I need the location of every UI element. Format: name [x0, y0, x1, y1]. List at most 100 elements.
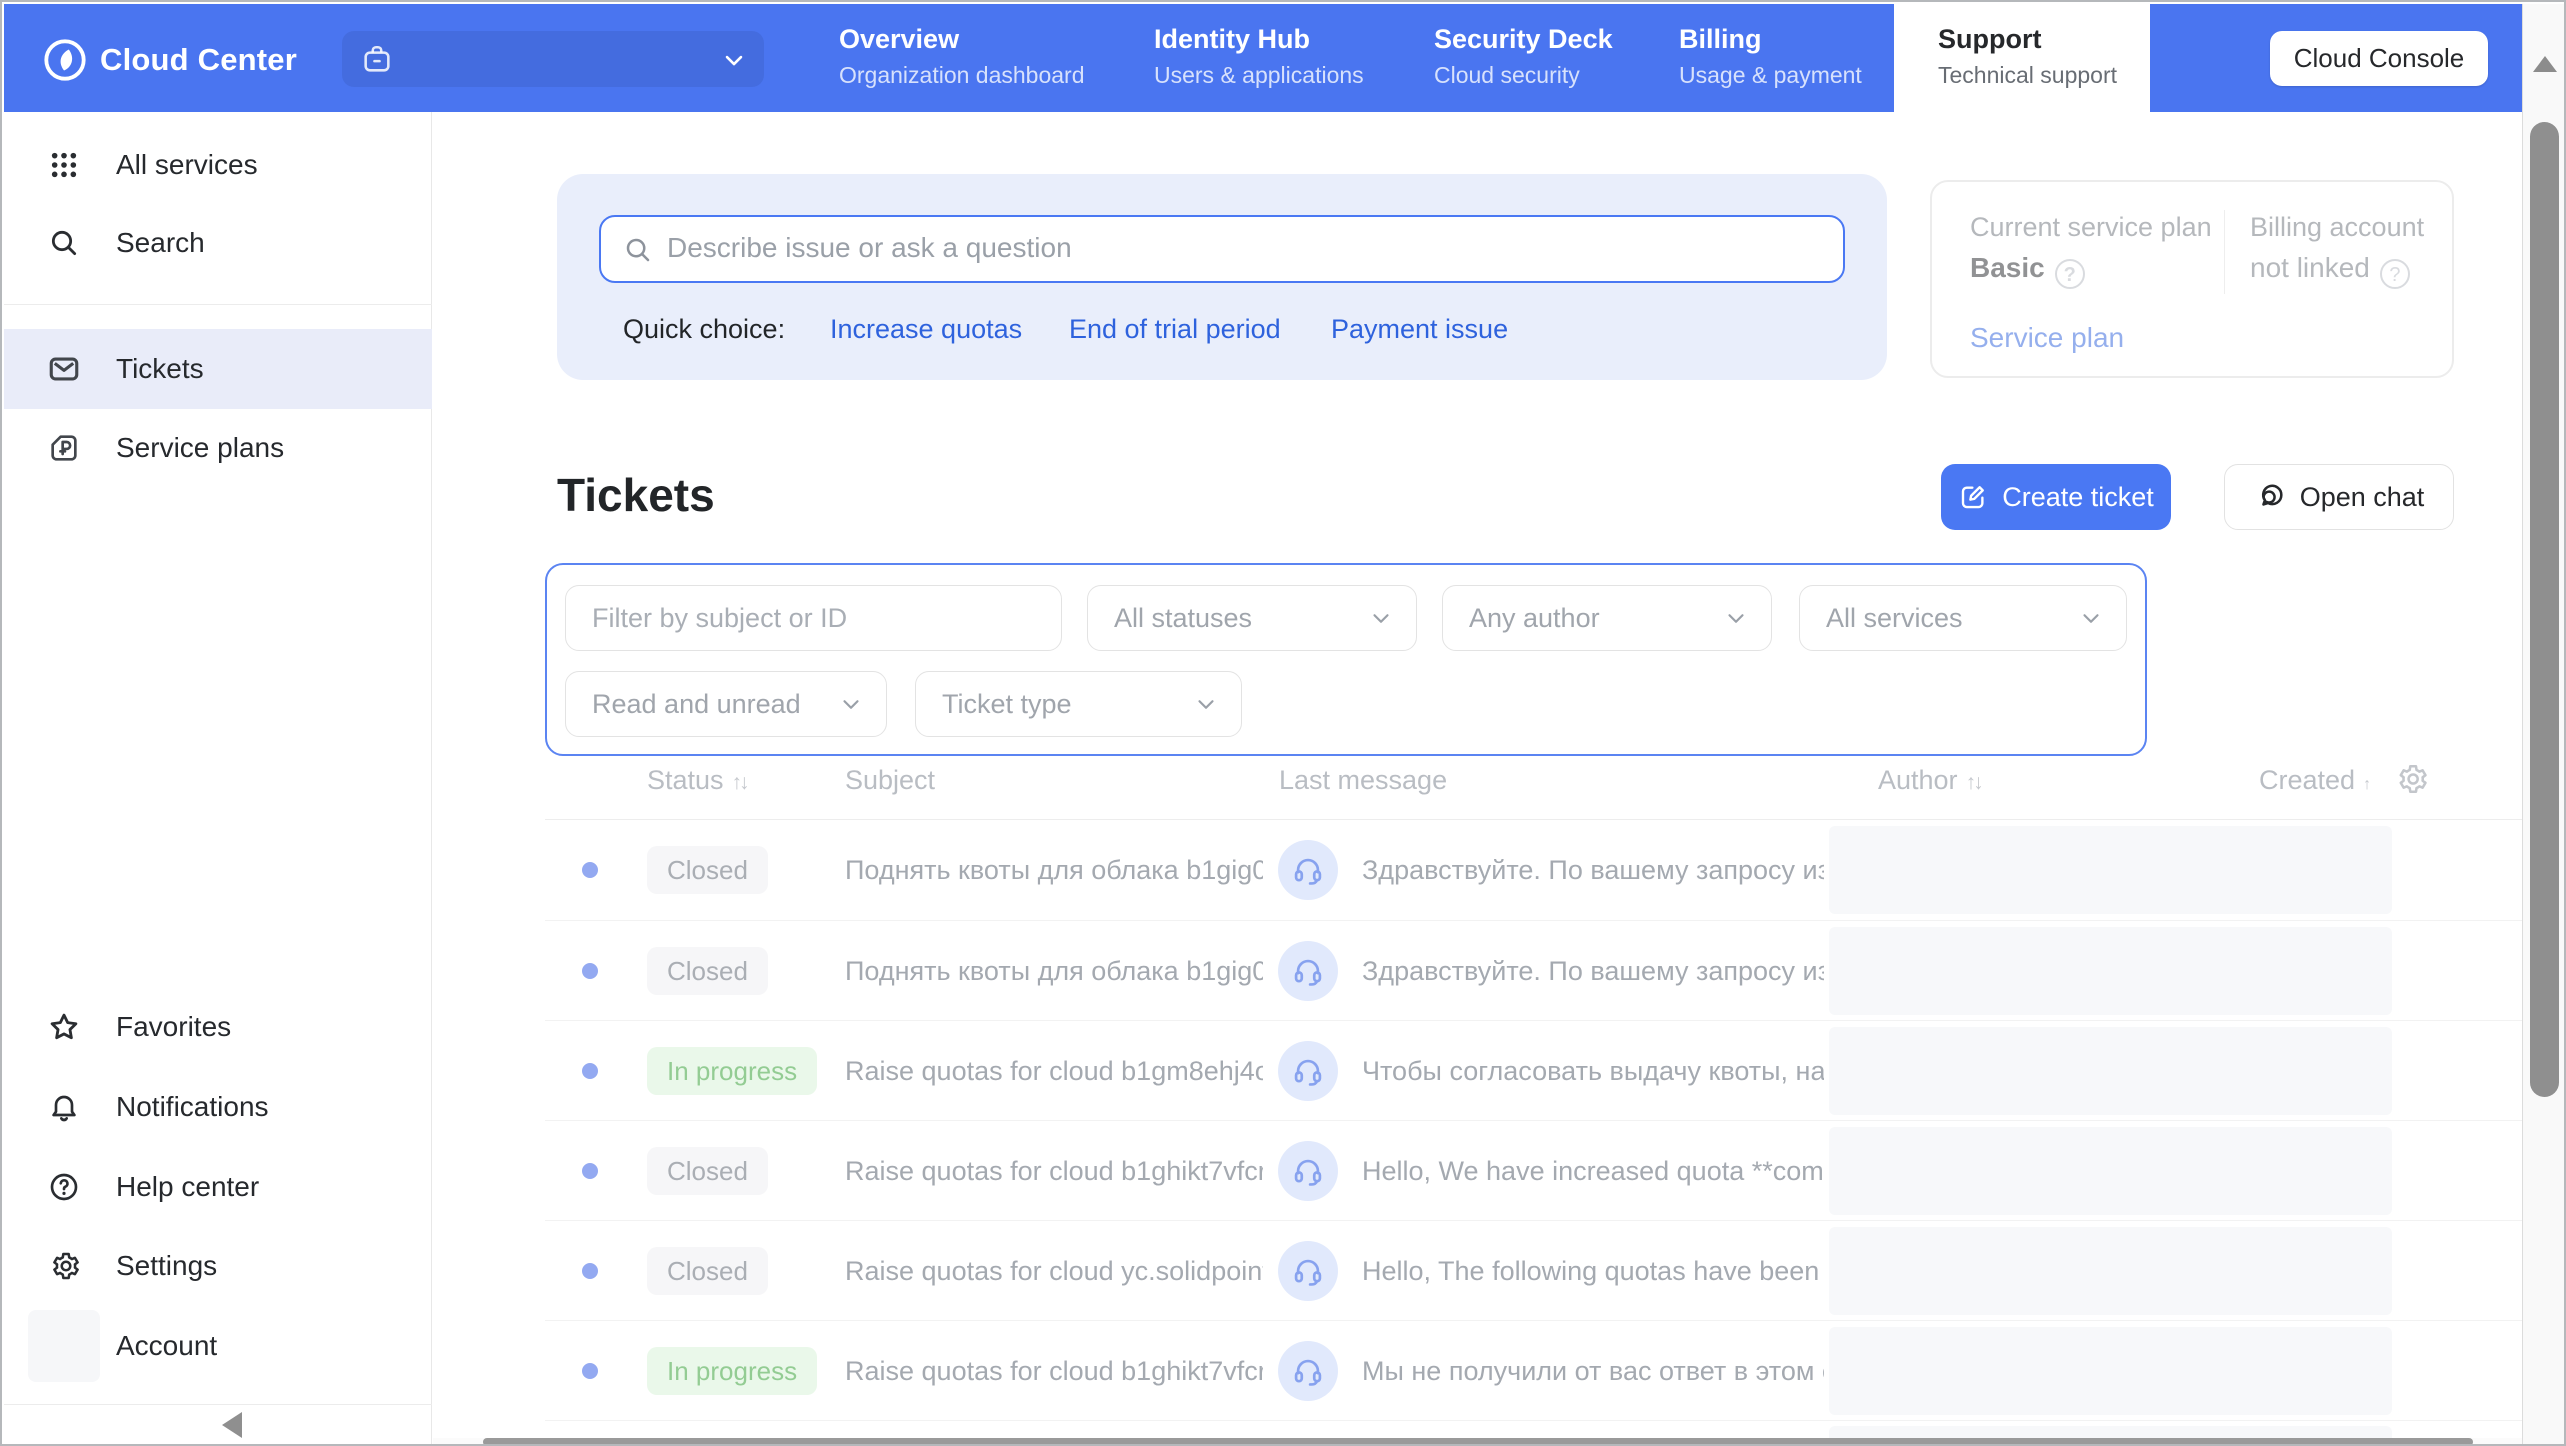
table-row[interactable]: Closed Поднять квоты для облака b1gig0 З… [545, 820, 2522, 920]
last-message-text: Hello, We have increased quota **compu [1362, 1156, 1824, 1187]
filter-subject-box [565, 585, 1062, 651]
top-bar: Cloud Center Overview Organization dashb… [4, 4, 2522, 112]
create-ticket-button[interactable]: Create ticket [1941, 464, 2171, 530]
sidebar-item-settings[interactable]: Settings [4, 1226, 432, 1306]
quick-link-payment-issue[interactable]: Payment issue [1331, 314, 1508, 345]
page-title: Tickets [557, 468, 715, 522]
service-plan-panel: Current service plan Basic? Billing acco… [1930, 180, 2454, 378]
table-row[interactable]: Closed Raise quotas for cloud yc.solidpo… [545, 1221, 2522, 1321]
ruble-tag-icon [46, 430, 82, 466]
panel-divider [2224, 210, 2225, 294]
horizontal-scrollbar-thumb[interactable] [483, 1438, 2473, 1446]
sidebar-item-search[interactable]: Search [4, 203, 432, 283]
sidebar-item-help-center[interactable]: Help center [4, 1147, 432, 1227]
search-icon [623, 235, 653, 265]
status-badge: In progress [647, 1047, 817, 1095]
status-badge: Closed [647, 1147, 768, 1195]
column-header-author[interactable]: Author↑↓ [1878, 765, 1981, 796]
filter-type-select[interactable]: Ticket type [915, 671, 1242, 737]
support-agent-avatar [1278, 1141, 1338, 1201]
question-circle-icon[interactable]: ? [2055, 259, 2085, 289]
tab-label: Support [1938, 24, 2150, 55]
sidebar-item-favorites[interactable]: Favorites [4, 987, 432, 1067]
column-header-subject[interactable]: Subject [845, 765, 935, 796]
tab-overview[interactable]: Overview Organization dashboard [839, 24, 1085, 89]
sort-asc-icon: ↑ [2363, 776, 2368, 793]
current-plan-label: Current service plan [1970, 212, 2212, 243]
sidebar-item-notifications[interactable]: Notifications [4, 1067, 432, 1147]
current-plan-value: Basic? [1970, 252, 2085, 289]
sidebar-item-account[interactable]: Account [4, 1306, 432, 1386]
table-row[interactable]: In progress Raise quotas for cloud b1gm8… [545, 1021, 2522, 1121]
filter-type-value: Ticket type [942, 689, 1193, 720]
sidebar-item-service-plans[interactable]: Service plans [4, 408, 432, 488]
service-plan-link[interactable]: Service plan [1970, 322, 2124, 354]
filter-status-select[interactable]: All statuses [1087, 585, 1417, 651]
organization-switcher[interactable] [342, 31, 764, 87]
search-icon [46, 225, 82, 261]
cloud-console-button[interactable]: Cloud Console [2270, 31, 2488, 86]
headset-icon [1291, 853, 1325, 887]
sidebar-item-tickets[interactable]: Tickets [4, 329, 432, 409]
chevron-down-icon [2078, 605, 2104, 631]
quick-link-increase-quotas[interactable]: Increase quotas [830, 314, 1022, 345]
support-agent-avatar [1278, 840, 1338, 900]
tab-label: Billing [1679, 24, 1862, 55]
question-circle-icon[interactable]: ? [2380, 259, 2410, 289]
tab-security-deck[interactable]: Security Deck Cloud security [1434, 24, 1613, 89]
headset-icon [1291, 954, 1325, 988]
horizontal-scrollbar[interactable] [433, 1438, 2522, 1446]
app-window: Cloud Center Overview Organization dashb… [0, 0, 2566, 1446]
ticket-subject: Raise quotas for cloud b1ghikt7vfcr [845, 1356, 1263, 1387]
sidebar-item-label: Settings [116, 1250, 217, 1282]
sidebar-item-label: Notifications [116, 1091, 269, 1123]
tab-label: Overview [839, 24, 1085, 55]
table-row[interactable]: Closed Поднять квоты для облака b1gig0 З… [545, 921, 2522, 1021]
sidebar-divider [4, 304, 432, 305]
unread-dot-icon [582, 862, 598, 878]
table-row[interactable]: In progress Raise quotas for cloud b1ghi… [545, 1321, 2522, 1421]
sidebar-item-label: Help center [116, 1171, 259, 1203]
scroll-up-arrow-icon[interactable] [2533, 56, 2557, 72]
filter-subject-input[interactable] [592, 603, 1035, 634]
filter-service-select[interactable]: All services [1799, 585, 2127, 651]
tab-identity-hub[interactable]: Identity Hub Users & applications [1154, 24, 1364, 89]
vertical-scrollbar[interactable] [2522, 4, 2566, 1446]
collapse-sidebar-icon[interactable] [222, 1412, 242, 1438]
column-header-created[interactable]: Created↑ [2259, 765, 2368, 796]
tab-label: Security Deck [1434, 24, 1613, 55]
sidebar-item-all-services[interactable]: All services [4, 125, 432, 205]
ticket-subject: Поднять квоты для облака b1gig0 [845, 956, 1263, 987]
table-settings-gear-icon[interactable] [2394, 762, 2428, 796]
issue-search-input[interactable] [667, 217, 1817, 279]
filter-author-select[interactable]: Any author [1442, 585, 1772, 651]
last-message-text: Здравствуйте. По вашему запросу изм [1362, 855, 1824, 886]
column-header-last-message[interactable]: Last message [1279, 765, 1447, 796]
vertical-scrollbar-thumb[interactable] [2530, 122, 2559, 1097]
grid-icon [46, 147, 82, 183]
star-icon [46, 1009, 82, 1045]
status-badge: In progress [647, 1347, 817, 1395]
filter-read-select[interactable]: Read and unread [565, 671, 887, 737]
chevron-down-icon [1723, 605, 1749, 631]
unread-dot-icon [582, 1363, 598, 1379]
quick-link-end-of-trial[interactable]: End of trial period [1069, 314, 1281, 345]
redacted-author-created [1829, 1327, 2392, 1415]
tab-billing[interactable]: Billing Usage & payment [1679, 24, 1862, 89]
brand-title: Cloud Center [100, 42, 297, 78]
ticket-subject: Raise quotas for cloud b1ghikt7vfcr [845, 1156, 1263, 1187]
question-circle-icon [46, 1169, 82, 1205]
tab-support-active[interactable]: Support Technical support [1894, 4, 2150, 112]
tab-sublabel: Usage & payment [1679, 62, 1862, 89]
chevron-down-icon [1368, 605, 1394, 631]
filter-read-value: Read and unread [592, 689, 838, 720]
column-header-status[interactable]: Status↑↓ [647, 765, 747, 796]
open-chat-button[interactable]: Open chat [2224, 464, 2454, 530]
sidebar: All services Search Tickets [4, 112, 432, 1446]
status-badge: Closed [647, 1247, 768, 1295]
redacted-author-created [1829, 1127, 2392, 1215]
headset-icon [1291, 1254, 1325, 1288]
sidebar-divider [4, 1404, 432, 1405]
table-row[interactable]: Closed Raise quotas for cloud b1ghikt7vf… [545, 1121, 2522, 1221]
chevron-down-icon [1193, 691, 1219, 717]
